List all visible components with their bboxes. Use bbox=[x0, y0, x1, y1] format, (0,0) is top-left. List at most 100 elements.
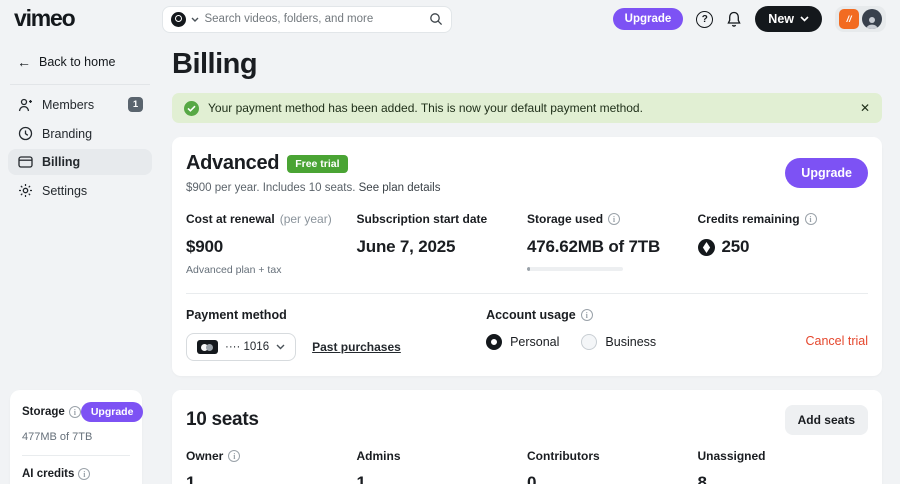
search-bar[interactable] bbox=[162, 5, 453, 33]
seat-col-owner: Owner i 1 bbox=[186, 449, 357, 484]
seat-label: Unassigned bbox=[697, 449, 766, 463]
storage-widget: Storage i Upgrade 477MB of 7TB AI credit… bbox=[10, 390, 144, 484]
account-usage-section: Account usage i Personal Business bbox=[486, 308, 805, 350]
info-icon[interactable]: i bbox=[804, 213, 817, 225]
payment-method-section: Payment method ···· 1016 Past purchases bbox=[186, 308, 486, 361]
add-seats-button[interactable]: Add seats bbox=[784, 405, 868, 435]
topbar: vimeo Upgrade ? New // bbox=[0, 0, 900, 38]
vimeo-logo[interactable]: vimeo bbox=[14, 5, 76, 32]
stat-cost-at-renewal: Cost at renewal (per year) $900 Advanced… bbox=[186, 212, 357, 276]
notifications-button[interactable] bbox=[726, 11, 742, 28]
search-scope-icon[interactable] bbox=[171, 11, 187, 27]
stat-storage-used: Storage used i 476.62MB of 7TB bbox=[527, 212, 698, 276]
search-input[interactable] bbox=[204, 13, 425, 25]
sidebar-item-billing[interactable]: Billing bbox=[8, 149, 152, 175]
back-to-home-link[interactable]: ← Back to home bbox=[0, 48, 160, 76]
sidebar-item-label: Billing bbox=[42, 155, 81, 169]
sidebar-item-label: Settings bbox=[42, 183, 88, 198]
user-avatar[interactable] bbox=[862, 9, 882, 29]
card-divider bbox=[186, 293, 868, 294]
plan-card: Advanced Free trial $900 per year. Inclu… bbox=[172, 137, 882, 376]
plan-subtitle: $900 per year. Includes 10 seats. bbox=[186, 182, 356, 194]
gear-icon bbox=[17, 183, 33, 198]
seat-value: 0 bbox=[527, 473, 537, 484]
seat-value: 1 bbox=[186, 473, 196, 484]
storage-progress-bar bbox=[527, 267, 623, 271]
team-avatar[interactable]: // bbox=[839, 9, 859, 29]
storage-usage-text: 477MB of 7TB bbox=[22, 431, 93, 443]
sidebar-item-label: Members bbox=[42, 97, 95, 112]
see-plan-details-link[interactable]: See plan details bbox=[359, 182, 441, 194]
stat-label: Cost at renewal bbox=[186, 212, 275, 226]
radio-personal[interactable]: Personal bbox=[486, 334, 559, 350]
alert-message: Your payment method has been added. This… bbox=[208, 101, 643, 115]
card-last4: ···· 1016 bbox=[225, 341, 270, 353]
stat-credits-remaining: Credits remaining i 250 bbox=[697, 212, 869, 276]
sidebar-item-members[interactable]: Members 1 bbox=[8, 91, 152, 118]
help-button[interactable]: ? bbox=[696, 10, 714, 28]
check-circle-icon bbox=[184, 100, 199, 116]
seat-value: 1 bbox=[356, 473, 366, 484]
seat-label: Owner bbox=[186, 449, 224, 463]
sidebar-divider bbox=[10, 84, 150, 85]
close-icon: ✕ bbox=[859, 101, 870, 115]
payment-card-select[interactable]: ···· 1016 bbox=[186, 333, 297, 361]
free-trial-badge: Free trial bbox=[287, 154, 348, 173]
new-button[interactable]: New bbox=[755, 6, 822, 32]
chevron-down-icon bbox=[276, 344, 285, 350]
person-icon bbox=[866, 17, 878, 29]
sidebar-item-settings[interactable]: Settings bbox=[8, 177, 152, 204]
stat-value: $900 bbox=[186, 237, 224, 256]
branding-icon bbox=[17, 126, 33, 141]
plan-upgrade-button[interactable]: Upgrade bbox=[785, 158, 868, 188]
radio-selected-icon bbox=[486, 334, 503, 350]
members-icon bbox=[17, 98, 33, 112]
storage-upgrade-button[interactable]: Upgrade bbox=[80, 402, 144, 422]
success-alert: Your payment method has been added. This… bbox=[172, 93, 882, 123]
page-title: Billing bbox=[172, 48, 258, 80]
seat-label: Contributors bbox=[527, 449, 600, 463]
stat-subscription-start: Subscription start date June 7, 2025 bbox=[357, 212, 528, 276]
storage-title: Storage bbox=[22, 406, 65, 418]
chevron-down-icon[interactable] bbox=[191, 17, 199, 22]
cancel-trial-link[interactable]: Cancel trial bbox=[805, 334, 868, 348]
radio-unselected-icon bbox=[581, 334, 598, 350]
alert-close-button[interactable]: ✕ bbox=[860, 101, 870, 115]
info-icon[interactable]: i bbox=[580, 309, 593, 321]
main-content: Billing Your payment method has been add… bbox=[160, 38, 900, 484]
radio-label: Personal bbox=[510, 335, 560, 349]
stat-subtext: Advanced plan + tax bbox=[186, 264, 282, 276]
stat-value: 476.62MB of 7TB bbox=[527, 237, 661, 256]
seats-card: 10 seats Add seats Owner i 1 Admins 1 Co… bbox=[172, 390, 882, 484]
info-icon[interactable]: i bbox=[608, 213, 621, 225]
plan-name: Advanced bbox=[186, 152, 280, 174]
help-icon: ? bbox=[696, 10, 714, 28]
search-icon[interactable] bbox=[429, 12, 443, 26]
sidebar-item-label: Branding bbox=[42, 126, 93, 141]
seat-col-unassigned: Unassigned 8 bbox=[698, 449, 869, 484]
info-icon[interactable]: i bbox=[78, 468, 91, 480]
sidebar-item-branding[interactable]: Branding bbox=[8, 120, 152, 147]
info-icon[interactable]: i bbox=[68, 406, 81, 418]
payment-method-label: Payment method bbox=[186, 308, 287, 322]
widget-divider bbox=[22, 455, 130, 456]
sidebar: ← Back to home Members 1 Branding Billin… bbox=[0, 38, 160, 484]
account-switcher[interactable]: // bbox=[835, 6, 886, 32]
seat-col-contributors: Contributors 0 bbox=[527, 449, 698, 484]
seat-value: 8 bbox=[697, 473, 707, 484]
radio-business[interactable]: Business bbox=[581, 334, 656, 350]
seats-title: 10 seats bbox=[186, 409, 259, 430]
billing-card-icon bbox=[17, 156, 33, 168]
past-purchases-link[interactable]: Past purchases bbox=[312, 340, 401, 354]
stat-value: June 7, 2025 bbox=[356, 237, 456, 256]
credits-icon bbox=[697, 238, 715, 256]
info-icon[interactable]: i bbox=[228, 450, 241, 462]
back-to-home-label: Back to home bbox=[39, 55, 116, 69]
header-upgrade-button[interactable]: Upgrade bbox=[612, 8, 684, 30]
seat-col-admins: Admins 1 bbox=[357, 449, 528, 484]
stat-label-suffix: (per year) bbox=[279, 212, 332, 226]
radio-label: Business bbox=[605, 335, 657, 349]
seat-label: Admins bbox=[356, 449, 401, 463]
new-button-label: New bbox=[768, 12, 794, 26]
chevron-down-icon bbox=[800, 16, 809, 22]
